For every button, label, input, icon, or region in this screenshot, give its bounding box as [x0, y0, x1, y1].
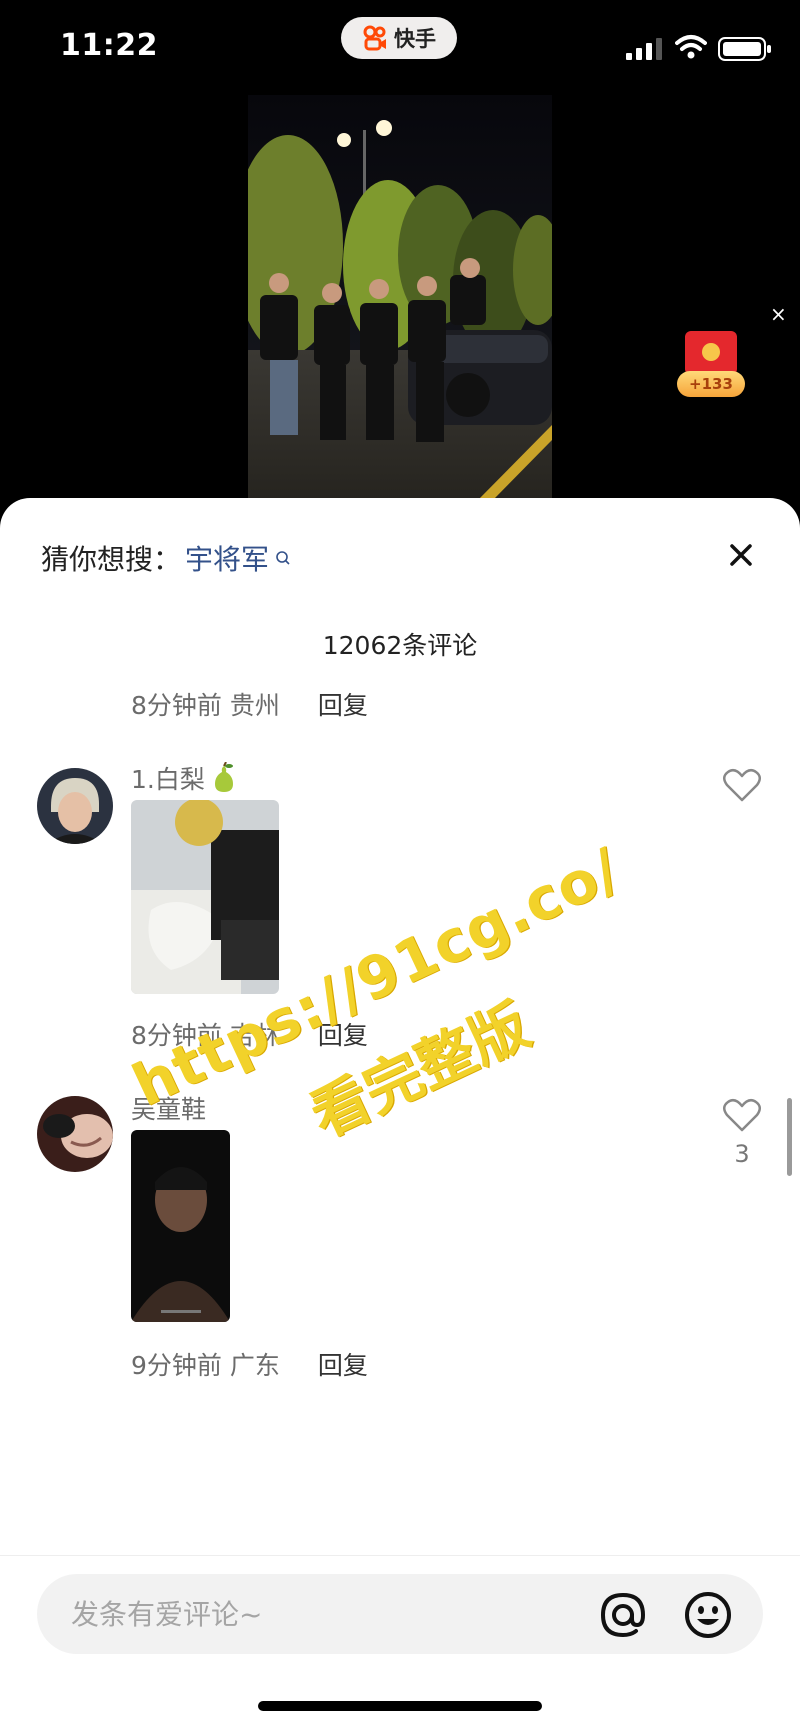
avatar[interactable] [37, 1096, 113, 1172]
suggest-search[interactable]: 猜你想搜： 宇将军 [41, 538, 291, 578]
comment-location: 广东 [229, 1351, 280, 1380]
comment-meta: 8分钟前 吉林 回复 [131, 1016, 368, 1052]
app-name-pill[interactable]: 快手 [341, 17, 457, 59]
status-time: 11:22 [60, 28, 158, 63]
username-text: 吴童鞋 [131, 1095, 207, 1124]
comment-time: 9分钟前 [131, 1351, 222, 1380]
comment-username[interactable]: 1.白梨 [131, 760, 239, 796]
reply-button[interactable]: 回复 [318, 1351, 368, 1380]
suggest-keyword[interactable]: 宇将军 [185, 538, 269, 578]
video-scene-image [248, 95, 552, 500]
heart-icon[interactable] [723, 768, 761, 802]
video-frame[interactable] [248, 95, 552, 500]
red-packet-widget[interactable]: +133 [675, 331, 745, 401]
username-text: 1.白梨 [131, 765, 205, 794]
reply-button[interactable]: 回复 [318, 1021, 368, 1050]
comment-input-bar [0, 1555, 800, 1733]
search-icon [276, 551, 290, 565]
suggest-label: 猜你想搜： [41, 543, 182, 576]
kuaishou-logo-icon [363, 25, 386, 51]
wifi-icon [675, 35, 707, 59]
signal-icon [626, 38, 662, 60]
comment-meta: 8分钟前 贵州 回复 [131, 686, 368, 722]
avatar[interactable] [37, 768, 113, 844]
coin-icon [702, 343, 720, 361]
comment-image[interactable] [131, 1130, 230, 1322]
like-count: 3 [734, 1140, 750, 1168]
comment-meta: 9分钟前 广东 回复 [131, 1346, 368, 1382]
comment-username[interactable]: 吴童鞋 [131, 1090, 206, 1126]
at-icon[interactable] [599, 1591, 647, 1639]
close-sheet-button[interactable] [726, 540, 756, 570]
comment-input[interactable] [71, 1574, 591, 1654]
comment-input-container[interactable] [37, 1574, 763, 1654]
pear-emoji-icon [214, 762, 233, 792]
scrollbar[interactable] [787, 1098, 792, 1176]
comment-location: 吉林 [229, 1021, 280, 1050]
home-indicator[interactable] [258, 1701, 542, 1711]
comments-sheet: 猜你想搜： 宇将军 12062条评论 8分钟前 贵州 回复 1.白梨 8分钟前 … [0, 498, 800, 1733]
video-player[interactable]: × +133 [0, 95, 800, 500]
comment-image[interactable] [131, 800, 279, 994]
comment-location: 贵州 [229, 691, 280, 720]
reply-button[interactable]: 回复 [318, 691, 368, 720]
comment-time: 8分钟前 [131, 1021, 222, 1050]
app-name: 快手 [394, 27, 436, 51]
emoji-icon[interactable] [684, 1591, 732, 1639]
battery-icon [718, 37, 771, 61]
comment-time: 8分钟前 [131, 691, 222, 720]
status-bar: 11:22 快手 [0, 0, 800, 95]
comment-count: 12062条评论 [322, 631, 478, 660]
close-icon[interactable]: × [770, 302, 787, 326]
heart-icon[interactable] [723, 1098, 761, 1132]
red-packet-badge: +133 [677, 371, 745, 397]
